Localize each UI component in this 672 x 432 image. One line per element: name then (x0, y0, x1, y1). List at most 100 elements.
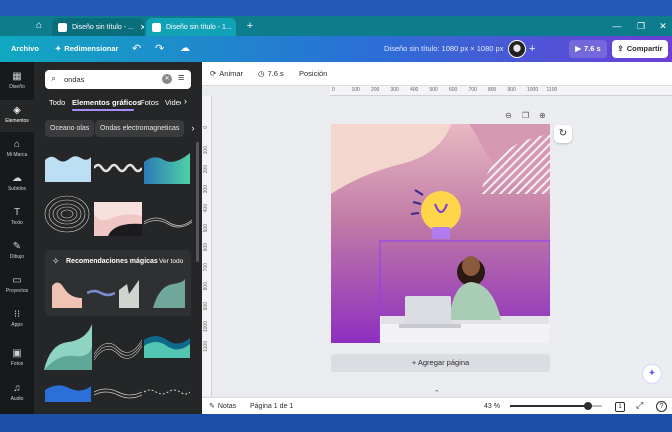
wave-thumb-teal-layers[interactable] (44, 324, 92, 370)
rail-item-subidos[interactable]: ☁ Subidos (0, 168, 34, 200)
chip-oceano-olas[interactable]: Oceano olas (45, 120, 95, 137)
rail-item-label: Apps (11, 322, 23, 328)
tab-todo[interactable]: Todo (49, 98, 65, 107)
help-button[interactable]: ? (656, 401, 667, 412)
rail-item-mi-marca[interactable]: ⌂ Mi Marca (0, 134, 34, 166)
rail-item-proyectos[interactable]: ▭ Proyectos (0, 270, 34, 302)
close-window-button[interactable]: ✕ (650, 18, 672, 34)
add-collaborator-icon[interactable]: + (529, 36, 535, 62)
shapes-icon: ◈ (13, 105, 21, 116)
avatar[interactable] (508, 40, 526, 58)
zoom-slider[interactable] (510, 402, 602, 410)
position-button[interactable]: Posición (299, 62, 327, 86)
duplicate-page-icon[interactable]: ❐ (522, 111, 529, 120)
rail-item-label: Mi Marca (6, 152, 28, 158)
wave-thumb-blue-bottom[interactable] (45, 380, 91, 402)
tab-videos[interactable]: Videos (165, 98, 181, 107)
undo-icon[interactable]: ↶ (132, 36, 141, 62)
resize-button[interactable]: ✦ Redimensionar (55, 36, 118, 62)
ruler-tick-label: 200 (203, 165, 209, 174)
magic-thumb-1[interactable] (52, 278, 82, 308)
tab-elementos-graficos[interactable]: Elementos gráficos (72, 98, 141, 107)
close-tab-icon[interactable]: ✕ (134, 23, 144, 32)
text-icon: T (13, 207, 21, 218)
magic-title: Recomendaciones mágicas (66, 258, 158, 265)
rail-item-diseno[interactable]: ▦ Diseño (0, 66, 34, 98)
wave-thumb-dotted[interactable] (94, 330, 142, 366)
page-indicator[interactable]: Página 1 de 1 (250, 398, 293, 415)
clear-search-icon[interactable]: ✕ (162, 74, 172, 84)
wave-thumb-gradient[interactable] (144, 150, 190, 184)
magic-thumb-2[interactable] (87, 288, 115, 298)
tab-fotos[interactable]: Fotos (140, 98, 159, 107)
cloud-save-icon[interactable]: ☁ (180, 36, 190, 62)
ruler-tick-label: 1000 (527, 87, 539, 93)
search-input[interactable]: ondas (64, 75, 84, 84)
rail-item-apps[interactable]: ⁝⁝ Apps (0, 304, 34, 336)
scroll-up-icon[interactable]: ⌃ (434, 389, 440, 397)
wave-thumb-blue-teal[interactable] (144, 332, 190, 358)
filter-icon[interactable]: ≡ (178, 72, 184, 84)
wave-thumb-contour[interactable] (43, 192, 91, 236)
wave-thumb-light-blue[interactable] (45, 152, 91, 182)
file-menu-button[interactable]: Archivo (11, 36, 39, 62)
rail-item-elementos[interactable]: ◈ Elementos (0, 100, 34, 132)
ruler-tick-label: 800 (203, 282, 209, 291)
minimize-button[interactable]: — (604, 18, 630, 34)
share-button[interactable]: ⇪ Compartir (612, 40, 668, 58)
design-title[interactable]: Diseño sin título: 1080 px × 1080 px (384, 36, 503, 62)
design-page[interactable] (331, 124, 550, 343)
duration-button[interactable]: ◷ 7.6 s (258, 62, 284, 86)
wave-thumb-squiggle[interactable] (94, 158, 142, 176)
chips-next-icon[interactable]: › (186, 120, 200, 137)
rail-item-fotos[interactable]: ▣ Fotos (0, 343, 34, 375)
panel-scrollbar[interactable] (196, 142, 199, 262)
notes-button[interactable]: ✎ Notas (209, 398, 236, 415)
ruler-tick-label: 900 (507, 87, 516, 93)
brand-icon: ⌂ (13, 139, 21, 150)
rail-item-audio[interactable]: ♫ Audio (0, 378, 34, 410)
rail-item-label: Subidos (7, 186, 27, 192)
play-icon: ▶ (575, 44, 582, 53)
zoom-slider-handle[interactable] (583, 402, 592, 410)
chip-ondas-electromagneticas[interactable]: Ondas electromagneticas (95, 120, 185, 137)
rail-item-label: Proyectos (5, 288, 29, 294)
magic-thumb-4[interactable] (153, 276, 185, 308)
rail-item-texto[interactable]: T Texto (0, 202, 34, 234)
ruler-tick-label: 800 (488, 87, 497, 93)
animate-button[interactable]: ⟳ Animar (210, 62, 243, 86)
duration-label: 7.6 s (584, 44, 601, 53)
resize-label: Redimensionar (64, 44, 119, 53)
magic-assistant-button[interactable]: ✦ (642, 364, 662, 384)
wave-thumb-dashed[interactable] (144, 386, 190, 398)
rail-item-dibujo[interactable]: ✎ Dibujo (0, 236, 34, 268)
close-tab-icon[interactable]: ✕ (232, 23, 236, 32)
redo-icon[interactable]: ↷ (155, 36, 164, 62)
zoom-label[interactable]: 43 % (484, 398, 500, 415)
fullscreen-icon[interactable]: ⤢ (636, 400, 643, 411)
page-count-button[interactable]: 1 (615, 402, 625, 412)
add-page-button[interactable]: + Agregar página (331, 354, 550, 372)
elements-panel: ⌕ ondas ✕ ≡ Todo Elementos gráficos Foto… (34, 62, 202, 414)
folder-icon: ▭ (12, 275, 22, 286)
notes-icon: ✎ (209, 403, 215, 410)
new-tab-button[interactable]: + (243, 18, 257, 34)
play-button[interactable]: ▶ 7.6 s (569, 40, 607, 58)
regenerate-button[interactable]: ↻ (554, 125, 572, 143)
tabs-next-icon[interactable]: › (184, 96, 187, 106)
home-icon[interactable]: ⌂ (32, 19, 46, 33)
ruler-tick-label: 700 (203, 262, 209, 271)
browser-tab-2[interactable]: Diseño sin título - 1... ✕ (146, 18, 236, 36)
ruler-tick-label: 1100 (203, 340, 209, 352)
zoom-slider-fill (510, 405, 588, 407)
browser-tab-1[interactable]: Diseño sin título - ... ✕ (52, 18, 144, 36)
lock-icon[interactable]: ⊖ (505, 111, 512, 120)
magic-thumb-3[interactable] (119, 280, 149, 308)
wave-thumb-thin-lines[interactable] (94, 384, 142, 400)
search-box[interactable]: ⌕ ondas ✕ ≡ (45, 70, 191, 89)
add-page-icon[interactable]: ⊕ (539, 111, 546, 120)
see-all-link[interactable]: Ver todo (159, 258, 183, 265)
wave-thumb-pink-blob[interactable] (94, 202, 142, 236)
wave-thumb-lines[interactable] (144, 210, 192, 232)
canva-favicon-icon (152, 22, 161, 32)
